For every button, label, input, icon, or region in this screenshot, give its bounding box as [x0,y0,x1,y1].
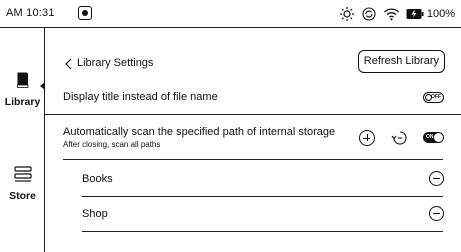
sidebar: Library Store [0,28,45,252]
path-item-books: Books [82,173,113,185]
divider [63,159,443,160]
battery-percent: 100% [426,8,455,20]
status-icons: 100% [339,4,455,24]
page-title: Library Settings [77,57,154,69]
add-path-button[interactable] [359,130,375,146]
toggle-state: OFF [431,94,441,100]
toggle-state: ON [426,134,434,140]
sidebar-item-label: Store [9,190,36,202]
display-title-toggle[interactable]: OFF [423,92,444,103]
refresh-library-button[interactable]: Refresh Library [357,50,445,73]
divider [82,196,443,197]
back-icon[interactable] [61,54,77,74]
display-title-label: Display title instead of file name [63,91,218,103]
remove-books-button[interactable] [429,171,444,186]
sidebar-item-label: Library [4,96,41,108]
wifi-icon[interactable] [383,6,400,22]
rescan-icon[interactable] [391,129,409,147]
sidebar-item-store[interactable]: Store [0,166,45,202]
battery-icon [406,9,424,19]
path-item-shop: Shop [82,208,108,220]
sidebar-item-library[interactable]: Library [0,72,45,108]
clock: AM 10:31 [6,7,55,19]
sync-icon[interactable] [361,6,377,22]
auto-scan-label: Automatically scan the specified path of… [63,126,336,138]
main-panel: Library Settings Refresh Library Display… [45,28,461,252]
auto-scan-toggle[interactable]: ON [423,132,444,143]
divider [45,114,461,115]
book-icon [17,72,29,88]
auto-scan-sublabel: After closing, scan all paths [63,140,161,149]
divider [82,231,443,232]
minus-icon [433,213,440,214]
minus-icon [433,178,440,179]
remove-shop-button[interactable] [429,206,444,221]
brightness-icon[interactable] [339,6,355,22]
toggle-knob [434,133,443,142]
status-bar: AM 10:31 100% [0,0,461,28]
app-indicator-icon [78,6,92,20]
store-icon [13,166,32,182]
